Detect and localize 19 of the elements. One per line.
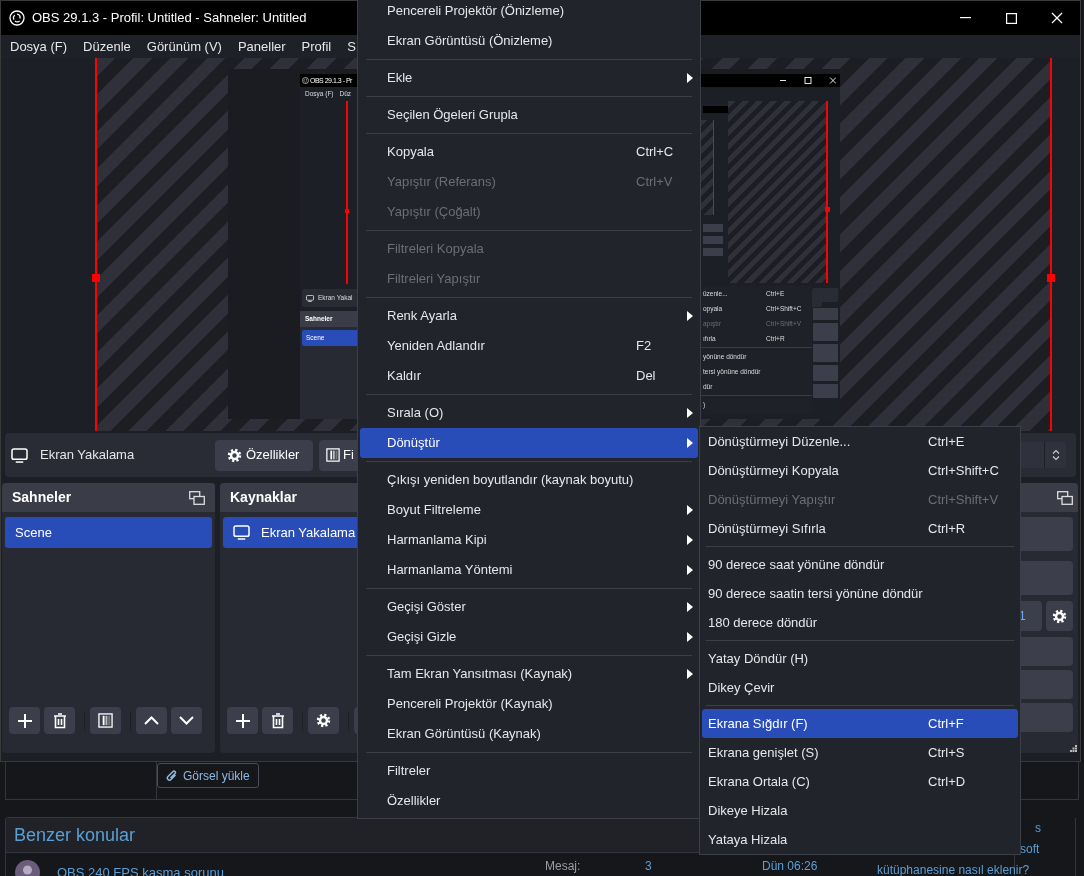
shortcut-label: Ctrl+S (928, 744, 965, 760)
shortcut-label: Ctrl+Shift+C (928, 462, 999, 478)
replies-label: Mesaj: (545, 860, 582, 873)
shortcut-label: Ctrl+R (928, 520, 966, 536)
shortcut-label: Ctrl+F (928, 715, 964, 731)
replies-count: 3 (645, 860, 653, 873)
dock-title: Kaynaklar (230, 488, 297, 507)
shortcut-label: Ctrl+V (636, 174, 673, 190)
source-name: Ekran Yakalama (40, 446, 136, 465)
shortcut-label: Ctrl+Shift+V (928, 491, 999, 507)
section-title: Benzer konular (14, 823, 136, 847)
dock-title: Sahneler (12, 488, 72, 507)
shortcut-label: Del (636, 368, 656, 384)
shortcut-label: Ctrl+C (636, 144, 674, 160)
shortcut-label: Ctrl+E (928, 433, 965, 449)
last-post-date: Dün 06:26 (762, 860, 818, 873)
shortcut-label: Ctrl+D (928, 773, 966, 789)
shortcut-label: F2 (636, 338, 652, 354)
window-title: OBS 29.1.3 - Profil: Untitled - Sahneler: Untitled (32, 9, 307, 28)
